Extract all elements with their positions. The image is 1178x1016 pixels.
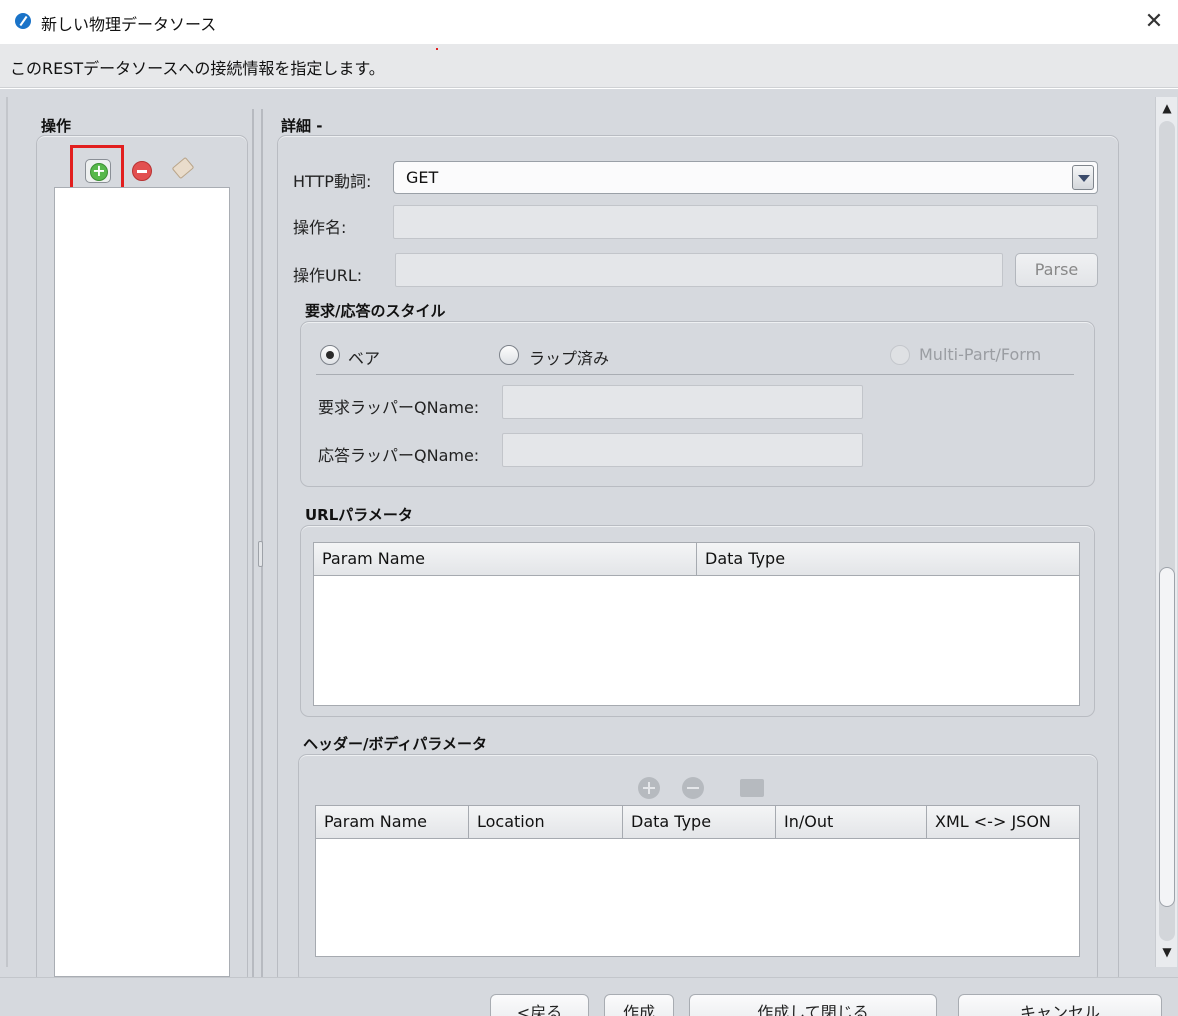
operation-name-field[interactable] [393,205,1098,239]
comment-icon [740,779,764,797]
main-area: 操作 詳細 - HTTP動詞: GET 操作名: 操作URL: Parse 要求… [0,89,1178,985]
column-header[interactable]: Param Name [314,543,697,575]
wrapped-radio[interactable] [499,345,519,365]
title-bar: 新しい物理データソース ✕ [0,0,1178,44]
app-icon [15,13,31,29]
request-wrapper-label: 要求ラッパーQName: [318,398,480,417]
remove-param-icon [682,777,704,799]
operation-url-field[interactable] [395,253,1003,287]
splitter-line-left [252,109,254,979]
url-params-title: URLパラメータ [305,506,413,524]
description-text: このRESTデータソースへの接続情報を指定します。 [10,59,385,78]
url-params-table[interactable]: Param Name Data Type [313,542,1080,706]
column-header[interactable]: Location [469,806,623,838]
multipart-radio-label: Multi-Part/Form [919,345,1042,364]
parse-button[interactable]: Parse [1015,253,1098,287]
details-title: 詳細 - [281,117,323,135]
close-icon[interactable]: ✕ [1140,8,1168,36]
operation-name-label: 操作名: [293,218,347,237]
http-verb-value: GET [406,168,439,187]
request-wrapper-field [502,385,863,419]
column-header[interactable]: Param Name [316,806,469,838]
create-button[interactable]: 作成 [604,994,674,1016]
operations-title: 操作 [41,117,72,135]
http-verb-label: HTTP動詞: [293,172,372,191]
http-verb-select[interactable]: GET [393,161,1098,194]
splitter-grip[interactable] [258,541,263,567]
style-section-title: 要求/応答のスタイル [305,302,446,320]
wrapped-radio-label: ラップ済み [529,349,610,368]
create-and-close-button[interactable]: 作成して閉じる [689,994,937,1016]
response-wrapper-field [502,433,863,467]
remove-operation-icon[interactable] [132,161,152,181]
back-button[interactable]: <戻る [490,994,589,1016]
style-separator [316,374,1074,375]
add-param-icon [638,777,660,799]
scroll-thumb[interactable] [1159,567,1175,907]
column-header[interactable]: Data Type [623,806,776,838]
bare-radio[interactable] [320,345,340,365]
response-wrapper-label: 応答ラッパーQName: [318,446,480,465]
header-body-params-title: ヘッダー/ボディパラメータ [303,735,487,753]
red-dot [436,48,438,50]
multipart-radio [890,345,910,365]
description-bar: このRESTデータソースへの接続情報を指定します。 [0,44,1178,88]
operation-url-label: 操作URL: [293,266,363,285]
operations-list[interactable] [54,187,230,977]
add-operation-icon[interactable] [85,159,111,183]
window-title: 新しい物理データソース [41,15,217,34]
vertical-scrollbar[interactable]: ▲ ▼ [1155,97,1177,967]
left-divider [6,97,8,967]
cancel-button[interactable]: キャンセル [958,994,1162,1016]
column-header[interactable]: In/Out [776,806,927,838]
header-body-params-table[interactable]: Param Name Location Data Type In/Out XML… [315,805,1080,957]
url-params-header: Param Name Data Type [314,543,1079,576]
scroll-up-icon[interactable]: ▲ [1158,99,1176,117]
column-header[interactable]: XML <-> JSON [927,806,1079,838]
footer: <戻る 作成 作成して閉じる キャンセル [0,977,1178,1016]
pane-splitter[interactable] [252,109,264,979]
scroll-down-icon[interactable]: ▼ [1158,943,1176,961]
chevron-down-icon[interactable] [1072,165,1094,190]
column-header[interactable]: Data Type [697,543,1080,575]
header-body-params-header: Param Name Location Data Type In/Out XML… [316,806,1079,839]
bare-radio-label: ベア [348,349,381,368]
